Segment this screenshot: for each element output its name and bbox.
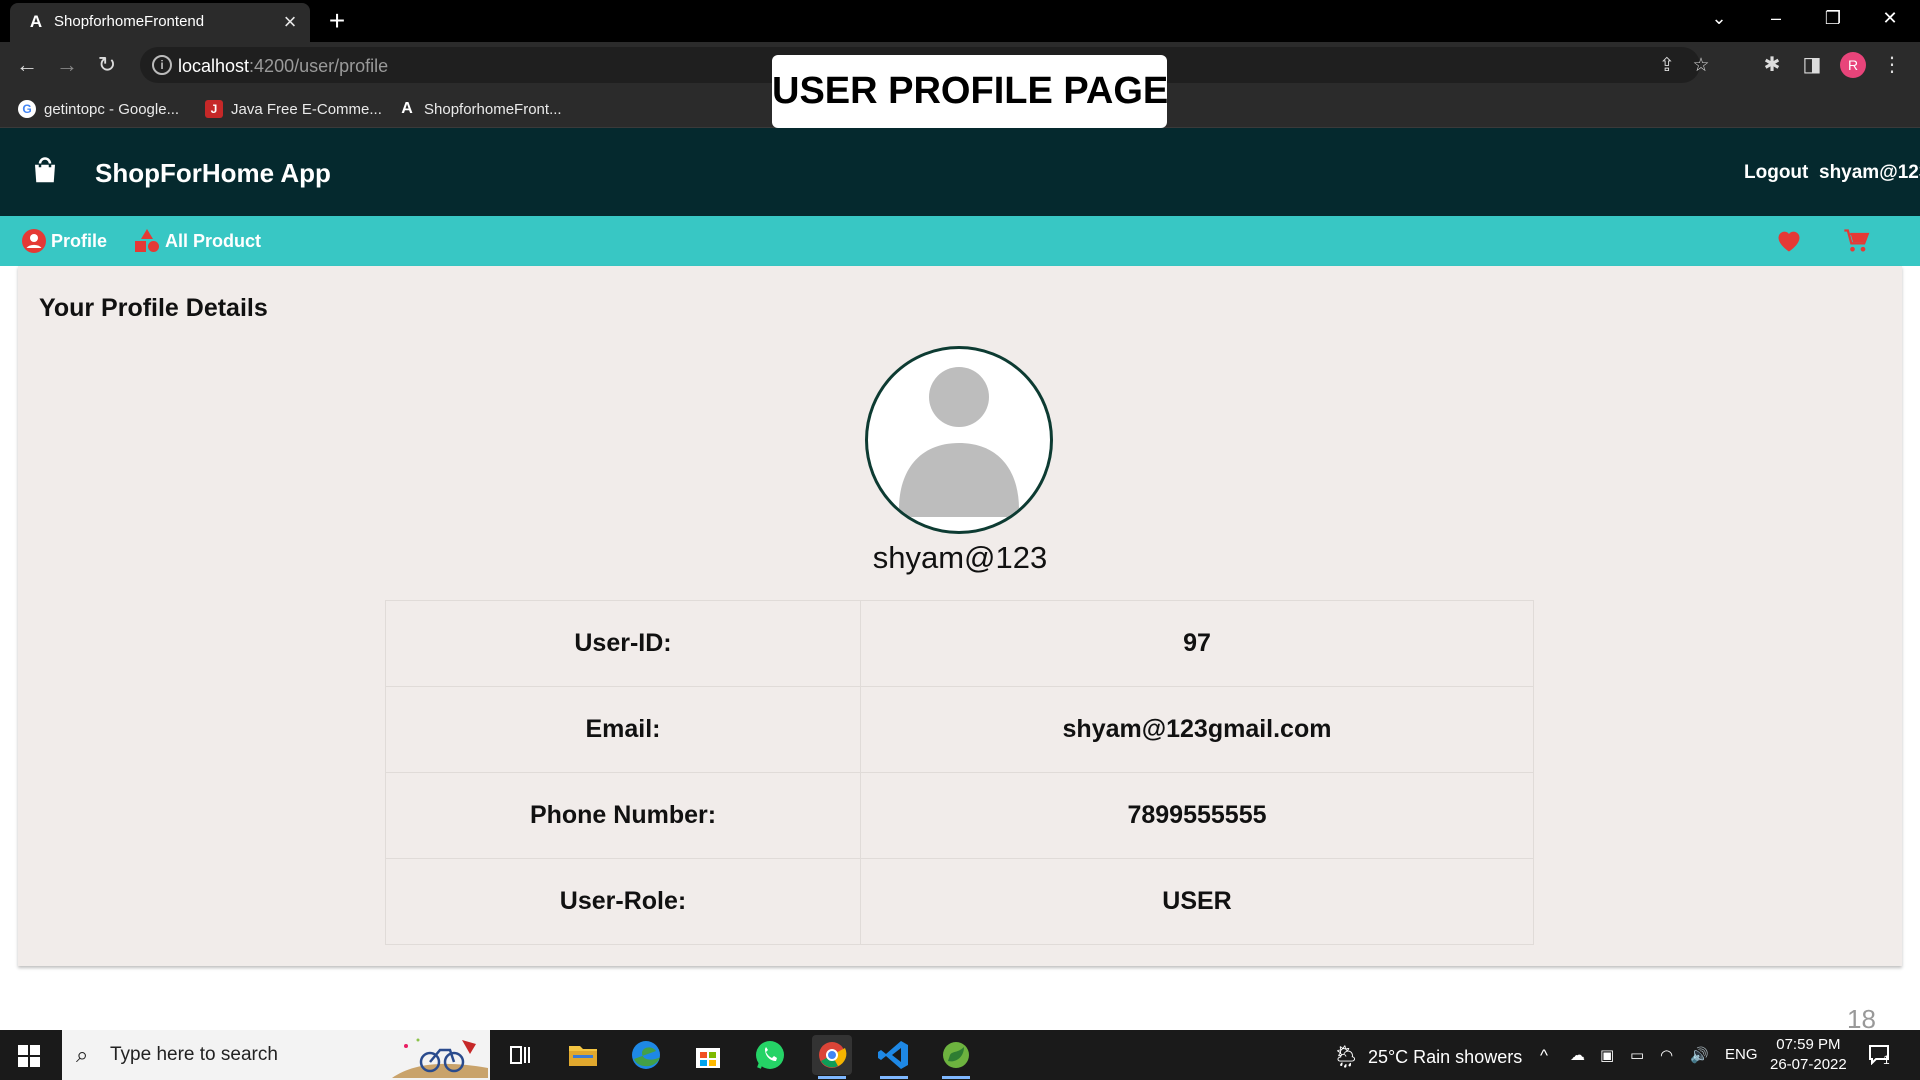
user-circle-icon — [22, 229, 46, 253]
page-caption-label: USER PROFILE PAGE — [772, 55, 1168, 128]
role-label: User-Role: — [385, 858, 861, 945]
profile-details-table: User-ID: 97 Email: shyam@123gmail.com Ph… — [385, 600, 1534, 945]
microsoft-store-icon[interactable] — [688, 1035, 728, 1075]
angular-icon: A — [29, 12, 43, 31]
app-header: ShopForHome App Logout shyam@123 — [0, 128, 1920, 216]
rain-cloud-icon: 🌦 — [1332, 1044, 1360, 1069]
profile-username: shyam@123 — [872, 540, 1048, 575]
language-indicator[interactable]: ENG — [1725, 1046, 1758, 1063]
table-row: User-Role: USER — [385, 858, 1534, 945]
restore-icon[interactable]: ❐ — [1805, 0, 1861, 36]
wifi-icon[interactable]: ◠ — [1660, 1046, 1673, 1064]
shopping-bag-icon — [35, 157, 55, 183]
app-title[interactable]: ShopForHome App — [95, 158, 331, 189]
side-panel-icon[interactable]: ◨ — [1798, 51, 1826, 79]
table-row: Phone Number: 7899555555 — [385, 772, 1534, 859]
vscode-icon[interactable] — [874, 1035, 914, 1079]
heart-icon[interactable] — [1775, 227, 1803, 255]
new-tab-icon[interactable]: + — [322, 6, 352, 36]
whatsapp-icon[interactable] — [750, 1035, 790, 1075]
java-icon: J — [205, 100, 223, 118]
edge-browser-icon[interactable] — [626, 1035, 666, 1075]
info-icon[interactable]: i — [152, 55, 172, 75]
window-close-icon[interactable]: ✕ — [1862, 0, 1918, 36]
notification-icon[interactable]: 1 — [1868, 1043, 1894, 1067]
tab-search-icon[interactable]: ⌄ — [1691, 0, 1747, 36]
tab-title: ShopforhomeFrontend — [54, 13, 205, 30]
reload-icon[interactable]: ↻ — [92, 50, 122, 80]
chevron-up-icon[interactable]: ^ — [1540, 1046, 1548, 1066]
task-view-icon[interactable] — [500, 1035, 540, 1075]
username-link[interactable]: shyam@123 — [1819, 162, 1920, 184]
meet-now-icon[interactable]: ▣ — [1600, 1046, 1614, 1064]
url-text: localhost:4200/user/profile — [178, 56, 389, 76]
user-id-value: 97 — [860, 600, 1534, 687]
search-highlight-illustration-icon — [392, 1038, 488, 1078]
bookmark-item[interactable]: G getintopc - Google... — [18, 98, 179, 120]
back-icon[interactable]: ← — [12, 50, 42, 80]
products-icon — [135, 229, 159, 252]
os-taskbar: ⌕ Type here to search 🌦 25°C Rain shower… — [0, 1030, 1920, 1080]
email-value: shyam@123gmail.com — [860, 686, 1534, 773]
angular-icon: A — [401, 100, 413, 117]
star-icon[interactable]: ☆ — [1688, 53, 1714, 79]
email-label: Email: — [385, 686, 861, 773]
main-content: Your Profile Details shyam@123 User-ID: … — [0, 266, 1920, 1030]
cart-icon[interactable] — [1842, 227, 1870, 255]
page-title: Your Profile Details — [39, 294, 268, 322]
google-icon: G — [18, 100, 36, 118]
forward-icon[interactable]: → — [52, 50, 82, 80]
extensions-icon[interactable]: ✱ — [1758, 51, 1786, 79]
volume-icon[interactable]: 🔊 — [1690, 1046, 1709, 1064]
user-id-label: User-ID: — [385, 600, 861, 687]
avatar — [865, 346, 1053, 534]
bookmark-item[interactable]: A ShopforhomeFront... — [398, 98, 561, 120]
browser-tab[interactable]: A ShopforhomeFrontend × — [10, 3, 310, 42]
weather-widget[interactable]: 🌦 25°C Rain showers — [1332, 1044, 1522, 1070]
chrome-browser-icon[interactable] — [812, 1035, 852, 1079]
profile-avatar[interactable]: R — [1840, 52, 1866, 78]
windows-start-icon[interactable] — [18, 1045, 40, 1067]
clock[interactable]: 07:59 PM 26-07-2022 — [1770, 1035, 1847, 1075]
menu-icon[interactable]: ⋮ — [1878, 51, 1906, 79]
search-placeholder: Type here to search — [110, 1044, 278, 1065]
phone-label: Phone Number: — [385, 772, 861, 859]
browser-tab-strip: A ShopforhomeFrontend × + ⌄ – ❐ ✕ — [0, 0, 1920, 42]
close-icon[interactable]: × — [278, 10, 302, 34]
profile-card: Your Profile Details shyam@123 User-ID: … — [18, 266, 1902, 966]
battery-icon[interactable]: ▭ — [1630, 1046, 1644, 1064]
table-row: Email: shyam@123gmail.com — [385, 686, 1534, 773]
share-icon[interactable]: ⇪ — [1654, 53, 1680, 79]
secondary-nav: Profile All Product — [0, 216, 1920, 266]
spring-tool-suite-icon[interactable] — [936, 1035, 976, 1079]
nav-profile-link[interactable]: Profile — [22, 228, 107, 254]
nav-all-product-link[interactable]: All Product — [134, 228, 261, 254]
table-row: User-ID: 97 — [385, 600, 1534, 687]
search-icon: ⌕ — [76, 1042, 89, 1067]
taskbar-search-input[interactable]: ⌕ Type here to search — [62, 1030, 490, 1080]
user-silhouette-icon — [899, 367, 1019, 517]
minimize-icon[interactable]: – — [1748, 0, 1804, 36]
role-value: USER — [860, 858, 1534, 945]
onedrive-icon[interactable]: ☁ — [1570, 1046, 1585, 1064]
logout-link[interactable]: Logout — [1744, 162, 1808, 184]
bookmark-item[interactable]: J Java Free E-Comme... — [205, 98, 382, 120]
phone-value: 7899555555 — [860, 772, 1534, 859]
file-explorer-icon[interactable] — [563, 1035, 603, 1075]
